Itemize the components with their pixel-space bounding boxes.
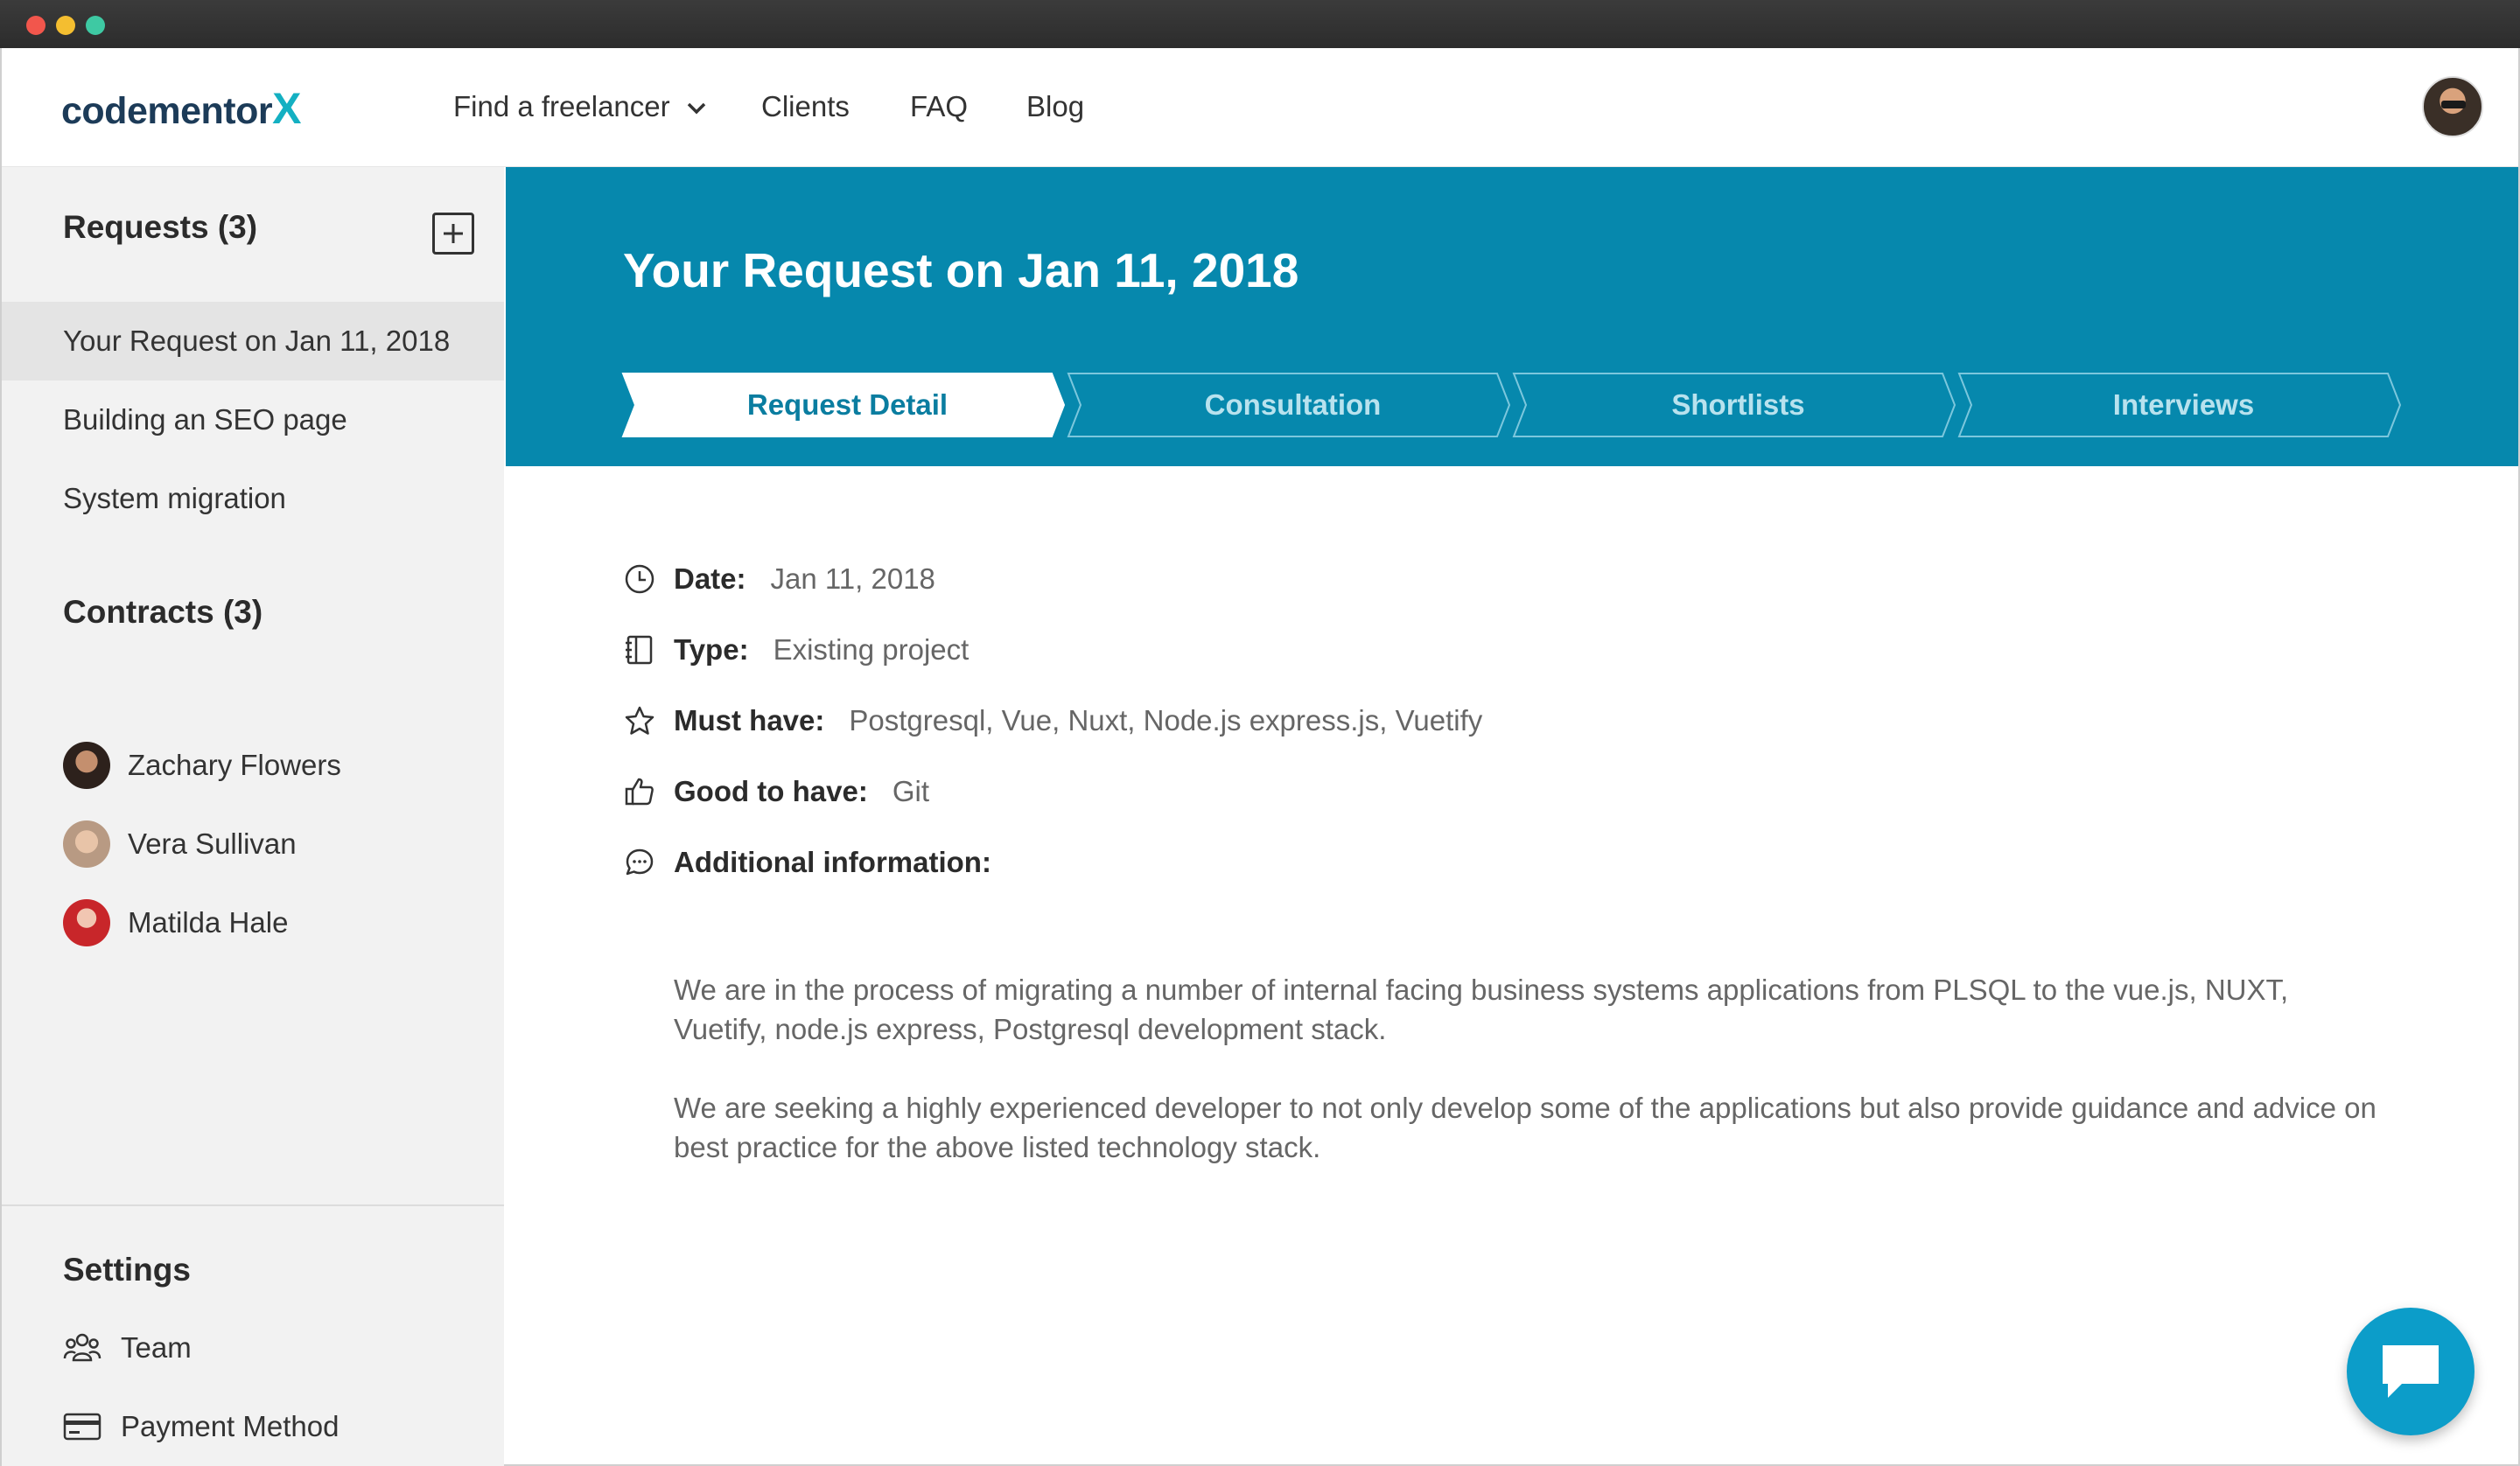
- contract-name: Matilda Hale: [128, 906, 289, 939]
- contract-item-zachary-flowers[interactable]: Zachary Flowers: [63, 741, 341, 790]
- sidebar: Requests (3) Your Request on Jan 11, 201…: [2, 167, 504, 1466]
- must-have-row: Must have: Postgresql, Vue, Nuxt, Node.j…: [623, 704, 1482, 737]
- contracts-heading: Contracts (3): [63, 594, 263, 630]
- good-to-have-row: Good to have: Git: [623, 775, 929, 808]
- maximize-window-button[interactable]: [86, 16, 105, 35]
- logo-x: X: [272, 84, 301, 133]
- faq-link[interactable]: FAQ: [910, 90, 968, 123]
- step-shortlists[interactable]: Shortlists: [1517, 372, 1959, 438]
- date-value: Jan 11, 2018: [770, 562, 935, 595]
- additional-info-label: Additional information:: [674, 846, 991, 878]
- additional-info-paragraph-1: We are in the process of migrating a num…: [674, 974, 2289, 1045]
- avatar: [63, 742, 110, 789]
- request-label: Building an SEO page: [63, 403, 347, 436]
- type-value: Existing project: [773, 633, 970, 666]
- request-label: System migration: [63, 482, 286, 514]
- plus-icon: [444, 224, 463, 243]
- additional-info-row: Additional information:: [623, 846, 1016, 879]
- find-freelancer-label: Find a freelancer: [453, 90, 670, 122]
- step-consultation[interactable]: Consultation: [1072, 372, 1514, 438]
- date-row: Date: Jan 11, 2018: [623, 562, 935, 596]
- date-label: Date:: [674, 562, 746, 595]
- settings-item-payment-method[interactable]: Payment Method: [63, 1402, 339, 1451]
- must-have-value: Postgresql, Vue, Nuxt, Node.js express.j…: [849, 704, 1483, 736]
- close-window-button[interactable]: [26, 16, 46, 35]
- step-request-detail[interactable]: Request Detail: [626, 372, 1068, 438]
- credit-card-icon: [63, 1413, 102, 1441]
- sidebar-item-system-migration[interactable]: System migration: [2, 459, 504, 538]
- step-interviews[interactable]: Interviews: [1963, 372, 2404, 438]
- find-freelancer-menu[interactable]: Find a freelancer: [453, 90, 706, 123]
- chat-bubble-icon: [623, 846, 656, 879]
- request-header: Your Request on Jan 11, 2018 Request Det…: [506, 167, 2518, 466]
- settings-divider: [2, 1204, 504, 1206]
- blog-link[interactable]: Blog: [1026, 90, 1084, 123]
- user-avatar[interactable]: [2422, 76, 2483, 137]
- additional-info-paragraph-2: We are seeking a highly experienced deve…: [674, 1092, 2376, 1163]
- clock-icon: [623, 562, 656, 596]
- contract-item-vera-sullivan[interactable]: Vera Sullivan: [63, 820, 297, 869]
- settings-label: Team: [121, 1331, 192, 1364]
- team-icon: [63, 1333, 102, 1362]
- sidebar-item-request-jan-11[interactable]: Your Request on Jan 11, 2018: [2, 302, 504, 380]
- message-icon: [2383, 1345, 2439, 1398]
- sidebar-item-seo-page[interactable]: Building an SEO page: [2, 380, 504, 459]
- chat-button[interactable]: [2347, 1308, 2474, 1435]
- browser-window: codementorX Find a freelancer Clients FA…: [0, 48, 2520, 1466]
- type-row: Type: Existing project: [623, 633, 969, 667]
- contract-item-matilda-hale[interactable]: Matilda Hale: [63, 898, 288, 947]
- request-details: Date: Jan 11, 2018 Type: Existing projec…: [506, 466, 2518, 1463]
- codementorx-logo[interactable]: codementorX: [61, 83, 301, 134]
- requests-heading: Requests (3): [63, 209, 258, 245]
- contract-name: Zachary Flowers: [128, 749, 341, 781]
- good-to-have-label: Good to have:: [674, 775, 868, 807]
- request-label: Your Request on Jan 11, 2018: [63, 325, 451, 357]
- avatar: [63, 820, 110, 868]
- chevron-down-icon: [687, 103, 706, 115]
- thumbs-up-icon: [623, 775, 656, 808]
- clients-link[interactable]: Clients: [761, 90, 850, 123]
- type-label: Type:: [674, 633, 749, 666]
- settings-label: Payment Method: [121, 1410, 340, 1442]
- settings-heading: Settings: [63, 1252, 191, 1288]
- star-icon: [623, 704, 656, 737]
- contract-name: Vera Sullivan: [128, 827, 297, 860]
- good-to-have-value: Git: [892, 775, 930, 807]
- logo-text: codementor: [61, 90, 273, 132]
- avatar: [63, 899, 110, 946]
- progress-steps: Request Detail Consultation Shortlists I…: [621, 372, 2406, 438]
- settings-item-team[interactable]: Team: [63, 1323, 192, 1372]
- notebook-icon: [623, 633, 656, 667]
- must-have-label: Must have:: [674, 704, 825, 736]
- minimize-window-button[interactable]: [56, 16, 75, 35]
- window-titlebar: [0, 0, 2520, 48]
- page-title: Your Request on Jan 11, 2018: [623, 243, 1299, 297]
- top-navigation: codementorX Find a freelancer Clients FA…: [2, 48, 2518, 167]
- add-request-button[interactable]: [432, 213, 474, 255]
